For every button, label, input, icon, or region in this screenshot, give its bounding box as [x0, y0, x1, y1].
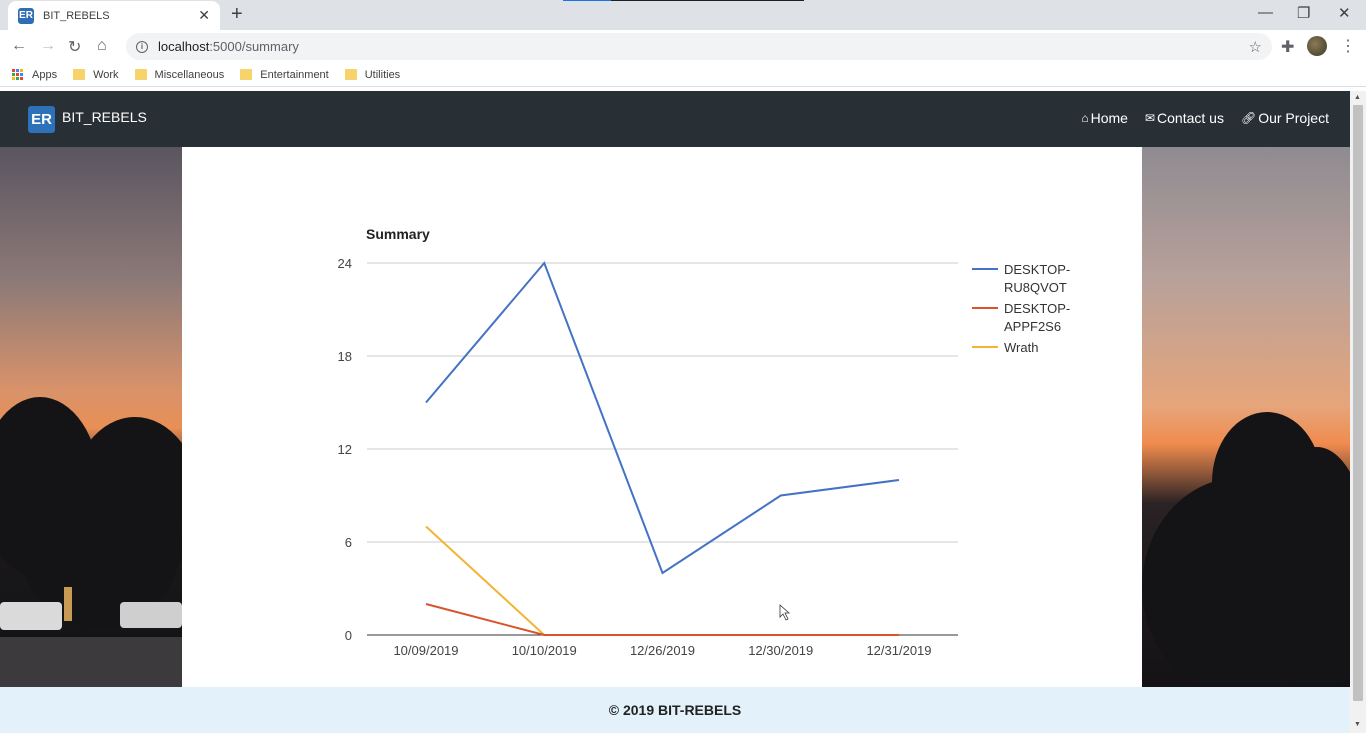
bookmark-label: Work — [93, 68, 119, 81]
x-tick-label: 10/10/2019 — [512, 643, 577, 658]
scrollbar-thumb[interactable] — [1353, 105, 1363, 701]
web-page: ER BIT_REBELS ⌂ Home ✉ Contact us 🔗︎ Our… — [0, 91, 1350, 733]
legend-label: DESKTOP- — [1004, 262, 1070, 277]
y-tick-label: 6 — [345, 535, 352, 550]
bookmark-work[interactable]: Work — [73, 68, 119, 81]
scroll-down-icon[interactable]: ▼ — [1354, 721, 1361, 728]
browser-toolbar: ← → ↻ ⌂ i localhost:5000/summary ☆ ✚ ⋮ — [0, 30, 1366, 63]
site-info-icon[interactable]: i — [136, 40, 148, 53]
series-line-desktop-appf2s6 — [425, 603, 899, 636]
background-photo-right — [1142, 147, 1350, 697]
bookmarks-bar: Apps Work Miscellaneous Entertainment Ut… — [0, 63, 1366, 87]
y-tick-label: 0 — [345, 628, 352, 643]
folder-icon — [240, 69, 253, 80]
bookmark-apps[interactable]: Apps — [12, 68, 58, 81]
url-host: localhost — [158, 39, 210, 54]
nav-links: ⌂ Home ✉ Contact us 🔗︎ Our Project — [1081, 110, 1329, 126]
browser-menu-icon[interactable]: ⋮ — [1340, 36, 1356, 56]
road-marking — [64, 587, 72, 621]
bookmark-miscellaneous[interactable]: Miscellaneous — [134, 68, 225, 81]
bookmark-label: Miscellaneous — [154, 68, 225, 81]
minimize-icon[interactable]: — — [1258, 4, 1273, 21]
folder-icon — [73, 69, 86, 80]
reload-icon[interactable]: ↻ — [68, 37, 81, 57]
envelope-icon: ✉ — [1144, 111, 1156, 125]
y-tick-label: 12 — [338, 442, 352, 457]
car — [0, 602, 62, 630]
bookmark-label: Entertainment — [260, 68, 329, 81]
bookmark-label: Utilities — [364, 68, 401, 81]
window-close-icon[interactable]: ✕ — [1338, 4, 1351, 22]
tab-title: BIT_REBELS — [43, 9, 110, 22]
profile-avatar[interactable] — [1307, 36, 1327, 56]
scroll-up-icon[interactable]: ▲ — [1354, 94, 1361, 101]
nav-contact-label: Contact us — [1157, 110, 1224, 126]
y-tick-label: 24 — [338, 256, 352, 271]
browser-tab[interactable]: ER BIT_REBELS ✕ — [8, 1, 220, 30]
brand-link[interactable]: ER BIT_REBELS — [28, 106, 147, 133]
tab-favicon-icon: ER — [18, 7, 34, 24]
site-navbar: ER BIT_REBELS ⌂ Home ✉ Contact us 🔗︎ Our… — [0, 91, 1350, 147]
bookmark-utilities[interactable]: Utilities — [344, 68, 401, 81]
y-tick-label: 18 — [338, 349, 352, 364]
link-icon: 🔗︎ — [1240, 111, 1257, 125]
home-icon: ⌂ — [1081, 111, 1089, 125]
x-tick-label: 10/09/2019 — [393, 643, 458, 658]
brand-name: BIT_REBELS — [62, 108, 147, 125]
folder-icon — [134, 69, 147, 80]
summary-panel: Summary 0 6 12 18 24 10/09/2019 10/10/2019 12/2… — [182, 147, 1142, 687]
url-path: :5000/summary — [209, 39, 299, 54]
x-tick-label: 12/26/2019 — [630, 643, 695, 658]
site-footer: © 2019 BIT-REBELS — [0, 687, 1350, 733]
address-bar[interactable]: i localhost:5000/summary ☆ — [126, 33, 1272, 60]
highway — [0, 637, 182, 687]
brand-logo-icon: ER — [28, 106, 55, 133]
nav-our-project-label: Our Project — [1258, 110, 1329, 126]
series-line-desktop-ru8qvot — [425, 261, 900, 575]
browser-tab-strip: ER BIT_REBELS ✕ + — ❐ ✕ — [0, 0, 1366, 30]
car — [120, 602, 182, 628]
bookmark-label: Apps — [32, 68, 58, 81]
legend-label: DESKTOP- — [1004, 301, 1070, 316]
nav-our-project[interactable]: 🔗︎ Our Project — [1241, 110, 1329, 126]
folder-icon — [344, 69, 357, 80]
legend-label: RU8QVOT — [1004, 280, 1067, 295]
x-tick-label: 12/30/2019 — [748, 643, 813, 658]
url-text[interactable]: localhost:5000/summary — [158, 39, 299, 54]
summary-line-chart: Summary 0 6 12 18 24 10/09/2019 10/10/2019 12/2… — [338, 226, 1071, 658]
mouse-cursor-icon — [779, 604, 791, 621]
nav-contact[interactable]: ✉ Contact us — [1145, 110, 1224, 126]
footer-copyright: © 2019 BIT-REBELS — [608, 702, 742, 718]
extensions-puzzle-icon[interactable]: ✚ — [1281, 37, 1294, 57]
home-page-icon[interactable]: ⌂ — [97, 37, 107, 55]
nav-home-label: Home — [1090, 110, 1128, 126]
series-line-wrath — [425, 525, 899, 636]
bookmark-entertainment[interactable]: Entertainment — [240, 68, 329, 81]
back-arrow-icon[interactable]: ← — [11, 37, 27, 55]
loading-indicator-track — [611, 0, 804, 1]
x-tick-label: 12/31/2019 — [866, 643, 931, 658]
new-tab-icon[interactable]: + — [231, 4, 243, 24]
tab-close-icon[interactable]: ✕ — [198, 7, 210, 24]
loading-indicator — [563, 0, 611, 1]
nav-home[interactable]: ⌂ Home — [1081, 110, 1128, 126]
restore-icon[interactable]: ❐ — [1297, 4, 1310, 22]
background-photo-left — [0, 147, 200, 687]
forward-arrow-icon[interactable]: → — [40, 37, 56, 55]
chart-title: Summary — [366, 226, 430, 242]
bookmark-star-icon[interactable]: ☆ — [1249, 38, 1262, 56]
page-scrollbar[interactable]: ▲ ▼ — [1350, 91, 1366, 733]
apps-icon — [12, 68, 24, 81]
legend-label: APPF2S6 — [1004, 319, 1061, 334]
legend-label: Wrath — [1004, 340, 1038, 355]
